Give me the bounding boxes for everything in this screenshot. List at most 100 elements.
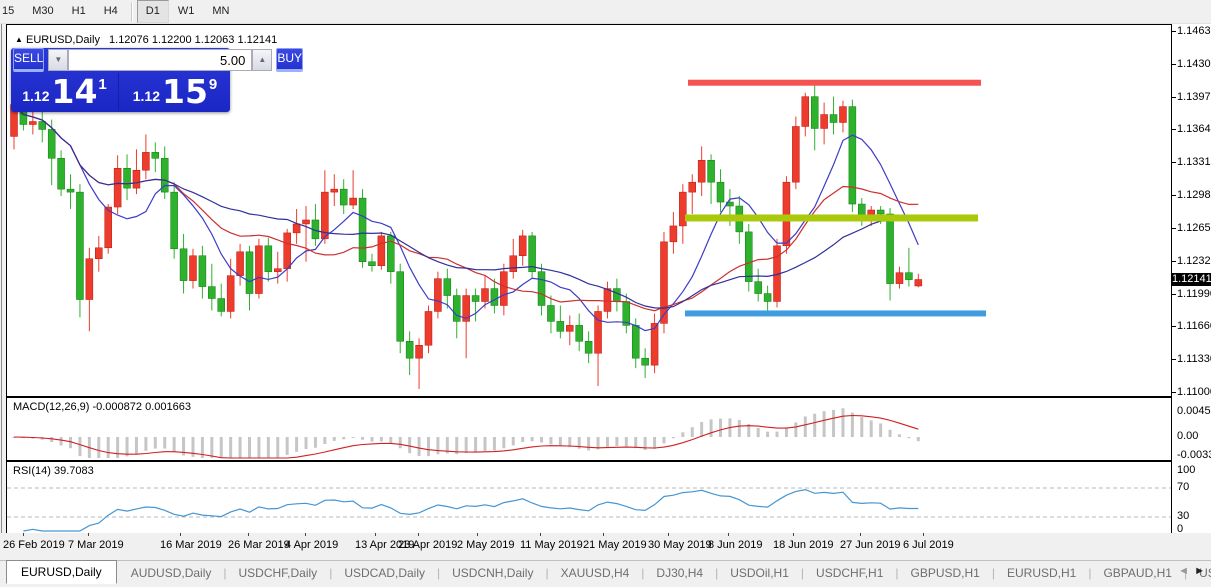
timeframe-toolbar: 15M30H1H4 D1W1MN [0, 0, 1211, 24]
tab-usdchf-h1[interactable]: USDCHF,H1 [804, 563, 895, 583]
tab-usdcad-daily[interactable]: USDCAD,Daily [332, 563, 437, 583]
price-tick-label: 1.13310 [1177, 156, 1211, 168]
volume-spinner: ▼ ▲ [48, 49, 272, 71]
sell-price-display[interactable]: 1.12141 [11, 73, 119, 111]
window-frame-edge [1, 24, 2, 533]
tab-usdchf-daily[interactable]: USDCHF,Daily [227, 563, 330, 583]
time-tick-label: 11 May 2019 [520, 539, 583, 551]
time-tick [418, 533, 419, 536]
tab-xauusd-h4[interactable]: XAUUSD,H4 [549, 563, 642, 583]
price-tick-label: 1.14300 [1177, 58, 1211, 70]
time-tick-label: 4 Apr 2019 [285, 539, 338, 551]
time-tick-label: 2 May 2019 [457, 539, 514, 551]
tab-scroll-left[interactable]: ◄ [1178, 565, 1189, 577]
time-tick-label: 7 Mar 2019 [68, 539, 124, 551]
price-tick-dash [1172, 294, 1176, 295]
price-tick-label: 1.12650 [1177, 222, 1211, 234]
rsi-axis-label: 100 [1177, 464, 1195, 476]
price-tick-label: 1.11000 [1177, 386, 1211, 398]
macd-pane[interactable]: MACD(12,26,9) -0.000872 0.001663 [6, 397, 1172, 461]
time-tick [477, 533, 478, 536]
rsi-chart [7, 462, 1171, 534]
price-tick-dash [1172, 228, 1176, 229]
price-tick-dash [1172, 392, 1176, 393]
timeframe-button-H4[interactable]: H4 [95, 0, 127, 23]
tab-gbpusd-h1[interactable]: GBPUSD,H1 [899, 563, 992, 583]
time-tick [860, 533, 861, 536]
tab-audusd-daily[interactable]: AUDUSD,Daily [119, 563, 224, 583]
tab-usdoil-h1[interactable]: USDOil,H1 [718, 563, 801, 583]
timeframe-button-H1[interactable]: H1 [63, 0, 95, 23]
buy-button[interactable]: BUY [276, 48, 303, 72]
rsi-label: RSI(14) 39.7083 [13, 465, 94, 477]
timeframe-button-MN[interactable]: MN [203, 0, 238, 23]
price-tick-dash [1172, 359, 1176, 360]
rsi-pane[interactable]: RSI(14) 39.7083 [6, 461, 1172, 535]
price-tick-label: 1.13970 [1177, 91, 1211, 103]
time-tick-label: 30 May 2019 [648, 539, 712, 551]
time-tick [88, 533, 89, 536]
rsi-axis-label: 30 [1177, 510, 1189, 522]
volume-increase-button[interactable]: ▲ [252, 49, 272, 71]
price-tick-label: 1.13640 [1177, 123, 1211, 135]
macd-label: MACD(12,26,9) -0.000872 0.001663 [13, 401, 191, 413]
timeframe-button-D1[interactable]: D1 [137, 0, 169, 23]
time-tick [375, 533, 376, 536]
price-tick-dash [1172, 261, 1176, 262]
chart-title: ▲ EURUSD,Daily 1.12076 1.12200 1.12063 1… [15, 34, 277, 46]
tab-eurusd-daily[interactable]: EURUSD,Daily [6, 560, 117, 584]
trading-terminal: 15M30H1H4 D1W1MN ▲ EURUSD,Daily 1.12076 1… [0, 0, 1211, 587]
time-tick [540, 533, 541, 536]
price-tick-label: 1.11330 [1177, 353, 1211, 365]
tab-eurusd-h1[interactable]: EURUSD,H1 [995, 563, 1088, 583]
time-tick-label: 21 May 2019 [583, 539, 647, 551]
macd-axis-label: -0.003362 [1177, 449, 1211, 461]
chart-symbol: EURUSD,Daily [26, 34, 100, 46]
price-tick-dash [1172, 97, 1176, 98]
current-price-badge: 1.12141 [1172, 273, 1211, 286]
time-tick-label: 23 Apr 2019 [398, 539, 457, 551]
price-tick-label: 1.12320 [1177, 255, 1211, 267]
volume-input[interactable] [68, 49, 252, 71]
tab-usdcnh-daily[interactable]: USDCNH,Daily [440, 563, 545, 583]
time-tick-label: 8 Jun 2019 [708, 539, 762, 551]
price-tick-dash [1172, 129, 1176, 130]
tab-scroll-right[interactable]: ► [1194, 565, 1205, 577]
price-axis: 1.146301.143001.139701.136401.133101.129… [1172, 24, 1211, 533]
macd-axis-label: 0.004537 [1177, 405, 1211, 417]
time-tick [305, 533, 306, 536]
buy-price-display[interactable]: 1.12159 [120, 73, 230, 111]
toolbar-separator [131, 3, 133, 21]
time-tick-label: 27 Jun 2019 [840, 539, 901, 551]
tab-gbpaud-h1[interactable]: GBPAUD,H1 [1091, 563, 1183, 583]
macd-axis-label: 0.00 [1177, 430, 1198, 442]
price-tick-label: 1.14630 [1177, 25, 1211, 37]
time-tick [23, 533, 24, 536]
time-tick [923, 533, 924, 536]
time-tick [180, 533, 181, 536]
volume-decrease-button[interactable]: ▼ [48, 49, 68, 71]
price-tick-dash [1172, 326, 1176, 327]
sell-button[interactable]: SELL [13, 48, 44, 72]
collapse-icon[interactable]: ▲ [15, 35, 23, 44]
price-tick-dash [1172, 162, 1176, 163]
price-tick-dash [1172, 64, 1176, 65]
chart-tab-bar: EURUSD,DailyAUDUSD,Daily|USDCHF,Daily|US… [0, 560, 1211, 585]
time-tick [728, 533, 729, 536]
timeframe-button-15[interactable]: 15 [0, 0, 23, 23]
time-axis: 26 Feb 20197 Mar 201916 Mar 201926 Mar 2… [0, 533, 1211, 559]
chart-ohlc-values: 1.12076 1.12200 1.12063 1.12141 [109, 34, 277, 46]
timeframe-button-M30[interactable]: M30 [23, 0, 62, 23]
main-chart-pane[interactable]: ▲ EURUSD,Daily 1.12076 1.12200 1.12063 1… [6, 24, 1172, 397]
time-tick-label: 16 Mar 2019 [160, 539, 222, 551]
rsi-axis-label: 70 [1177, 481, 1189, 493]
price-tick-dash [1172, 195, 1176, 196]
price-tick-label: 1.11660 [1177, 320, 1211, 332]
time-tick-label: 6 Jul 2019 [903, 539, 954, 551]
one-click-trade-panel: SELL ▼ ▲ BUY 1.12141 1.12159 [11, 48, 230, 112]
timeframe-button-W1[interactable]: W1 [169, 0, 204, 23]
time-tick-label: 18 Jun 2019 [773, 539, 834, 551]
tab-dj30-h4[interactable]: DJ30,H4 [644, 563, 715, 583]
time-tick [793, 533, 794, 536]
time-tick [668, 533, 669, 536]
